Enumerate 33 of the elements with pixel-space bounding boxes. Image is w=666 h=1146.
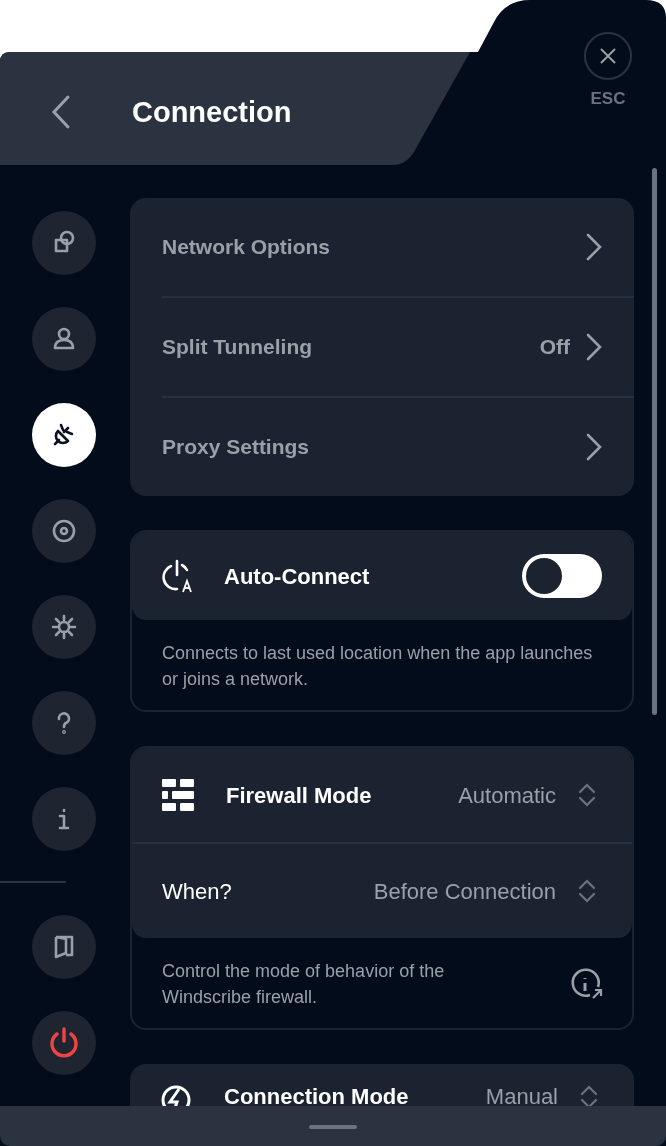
up-down-icon — [578, 782, 596, 808]
menu-row[interactable]: Network Options — [162, 198, 634, 296]
auto-connect-toggle[interactable] — [522, 554, 602, 598]
auto-connect-description: Connects to last used location when the app launches or joins a network. — [161, 642, 594, 691]
chevron-left-icon — [50, 94, 72, 130]
firewall-mode-select[interactable]: Automatic — [458, 778, 596, 812]
when-label: When? — [162, 877, 232, 906]
menu-row[interactable]: Split Tunneling Off — [162, 298, 634, 396]
menu-label: Network Options — [162, 234, 330, 261]
power-icon — [47, 1026, 81, 1060]
firewall-title: Firewall Mode — [226, 781, 372, 810]
chevron-right-icon — [584, 332, 604, 362]
info-link-button[interactable] — [570, 967, 604, 1001]
when-select[interactable]: Before Connection — [373, 874, 596, 908]
chevron-right-icon — [584, 232, 604, 262]
page-title: Connection — [132, 97, 292, 127]
target-icon — [50, 517, 78, 545]
firewall-description: Control the mode of behavior of the Windscribe firewall. — [162, 960, 446, 1009]
menu-label: Split Tunneling — [162, 334, 313, 361]
info-link-icon — [570, 967, 604, 1001]
esc-label: ESC — [590, 90, 626, 107]
connection-mode-select[interactable]: Manual — [485, 1084, 598, 1110]
chevron-right-icon — [584, 432, 604, 462]
up-down-icon — [578, 878, 596, 904]
drag-handle[interactable] — [309, 1125, 357, 1129]
brick-wall-icon — [162, 779, 194, 811]
connection-mode-title: Connection Mode — [224, 1084, 409, 1110]
close-button[interactable] — [584, 32, 632, 80]
menu-row[interactable]: Proxy Settings — [162, 398, 634, 496]
menu-value: Off — [539, 334, 570, 361]
close-icon — [598, 46, 618, 66]
auto-connect-title: Auto-Connect — [224, 562, 370, 591]
menu-label: Proxy Settings — [162, 434, 310, 461]
